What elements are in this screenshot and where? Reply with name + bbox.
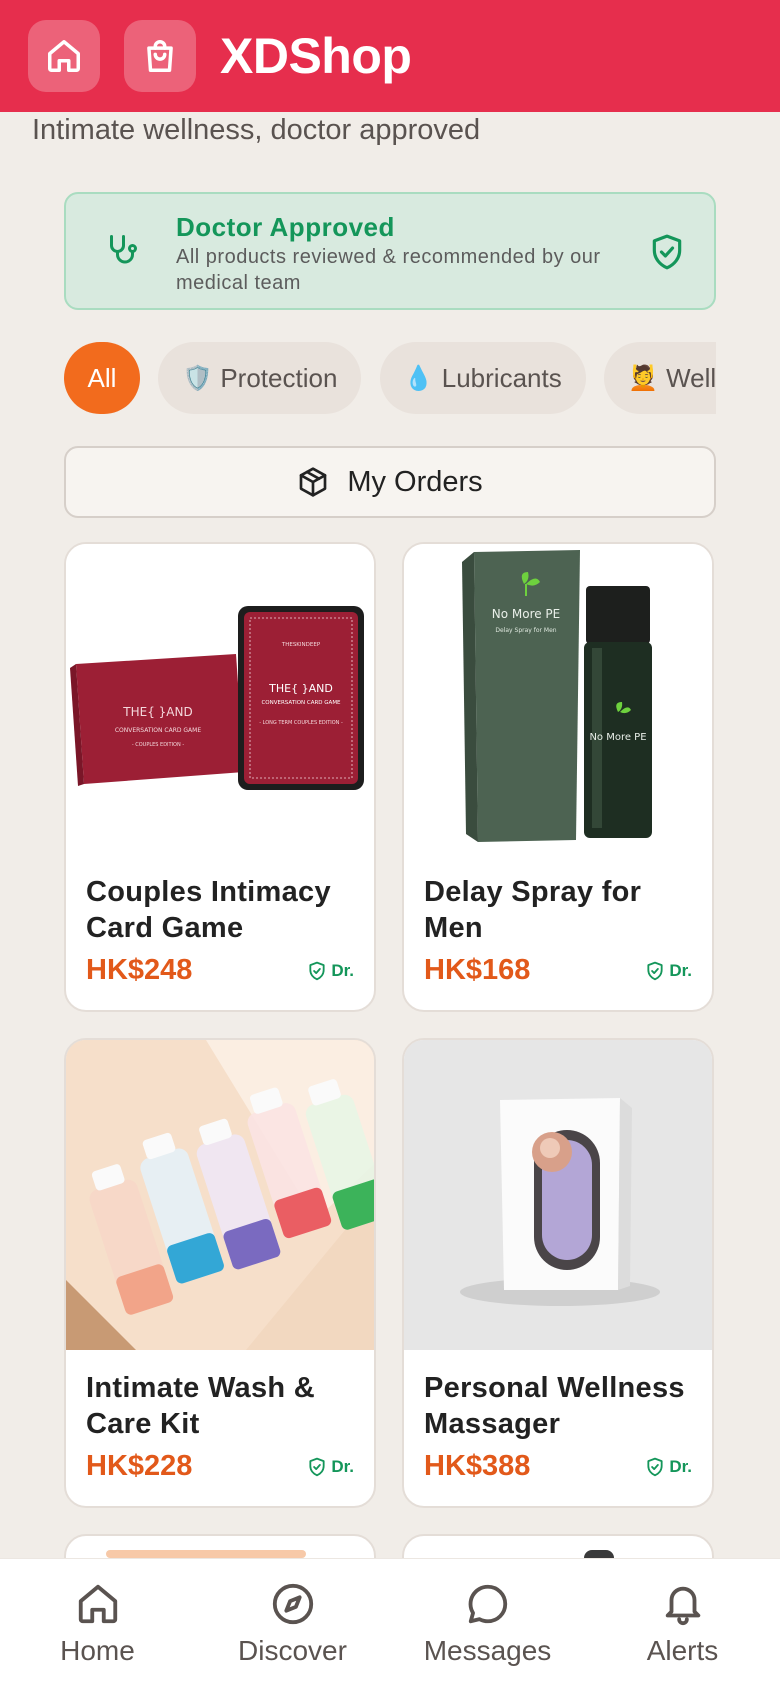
product-name: Delay Spray for Men <box>424 876 642 944</box>
doctor-badge-label: Dr. <box>669 961 692 980</box>
category-chip-all[interactable]: All <box>64 342 140 414</box>
bell-icon <box>665 1586 700 1626</box>
chip-label: Protection <box>220 362 338 393</box>
shield-check-icon <box>647 1457 663 1477</box>
nav-label: Home <box>60 1635 135 1666</box>
shield-check-icon <box>309 1457 325 1477</box>
my-orders-label: My Orders <box>347 465 483 498</box>
product-name: Intimate Wash & Care Kit <box>86 1372 316 1440</box>
wash-kit-image <box>66 1040 374 1350</box>
app-title: XDShop <box>220 28 412 84</box>
box-brand-text: No More PE <box>492 607 561 621</box>
nav-item-discover[interactable]: Discover <box>195 1559 390 1688</box>
category-filter-bar: All 🛡️ Protection 💧 Lubricants 💆 Wellnes… <box>64 342 716 414</box>
chat-bubble-icon <box>468 1584 507 1624</box>
product-card[interactable]: No More PE Delay Spray for Men No More P… <box>402 542 714 1012</box>
app-header: XDShop <box>0 0 780 112</box>
box-edition-text: - COUPLES EDITION - <box>132 742 184 748</box>
chip-label: Lubricants <box>441 362 562 393</box>
bottle-brand-text: No More PE <box>589 732 646 743</box>
chip-label: All <box>87 362 117 393</box>
product-image <box>404 1040 712 1350</box>
box-title-text: THE{ }AND <box>122 705 192 719</box>
my-orders-button[interactable]: My Orders <box>64 446 716 518</box>
card-game-image: THE{ }AND CONVERSATION CARD GAME - COUPL… <box>70 606 364 790</box>
doctor-badge: Dr. <box>645 960 692 982</box>
nav-item-messages[interactable]: Messages <box>390 1559 585 1688</box>
product-price: HK$168 <box>424 954 531 986</box>
product-price: HK$228 <box>86 1450 193 1482</box>
card-brand-text: THESKINDEEP <box>281 642 321 648</box>
shopping-bag-icon <box>147 40 173 72</box>
product-image <box>106 1550 306 1558</box>
doctor-approved-banner: Doctor Approved All products reviewed & … <box>64 192 716 310</box>
product-image: No More PE Delay Spray for Men No More P… <box>404 544 712 854</box>
card-edition-text: - LONG TERM COUPLES EDITION - <box>259 720 343 726</box>
card-title-text: THE{ }AND <box>268 682 333 695</box>
page-subtitle: Intimate wellness, doctor approved <box>32 114 481 146</box>
product-price: HK$388 <box>424 1450 531 1482</box>
nav-label: Messages <box>423 1635 552 1666</box>
compass-icon <box>272 1583 313 1625</box>
box-subtitle-text: CONVERSATION CARD GAME <box>115 727 201 734</box>
shield-check-icon <box>309 961 325 981</box>
home-icon <box>78 1584 117 1624</box>
category-chip-wellness[interactable]: 💆 Wellness <box>604 342 716 414</box>
product-card[interactable]: Personal Wellness Massager HK$388 Dr. <box>402 1038 714 1508</box>
product-price: HK$248 <box>86 954 193 986</box>
product-card[interactable]: THE{ }AND CONVERSATION CARD GAME - COUPL… <box>64 542 376 1012</box>
banner-title: Doctor Approved <box>176 212 395 242</box>
stethoscope-icon <box>110 235 137 264</box>
category-chip-protection[interactable]: 🛡️ Protection <box>158 342 362 414</box>
massage-emoji-icon: 💆 <box>628 364 659 392</box>
doctor-badge-label: Dr. <box>331 961 354 980</box>
delay-spray-image: No More PE Delay Spray for Men No More P… <box>462 550 652 842</box>
doctor-badge: Dr. <box>645 1456 692 1478</box>
doctor-badge-label: Dr. <box>331 1457 354 1476</box>
massager-image <box>404 1040 712 1350</box>
nav-label: Alerts <box>646 1635 719 1666</box>
card-subtitle-text: CONVERSATION CARD GAME <box>261 700 341 706</box>
category-chip-lubricants[interactable]: 💧 Lubricants <box>379 342 586 414</box>
bottom-nav: Home Discover Messages Alerts <box>0 1558 780 1688</box>
product-image <box>66 1040 374 1350</box>
product-name: Couples Intimacy Card Game <box>86 876 331 944</box>
nav-item-alerts[interactable]: Alerts <box>585 1559 780 1688</box>
product-card[interactable]: Intimate Wash & Care Kit HK$228 Dr. <box>64 1038 376 1508</box>
droplet-emoji-icon: 💧 <box>403 364 434 392</box>
banner-description: All products reviewed & recommended by o… <box>176 246 601 294</box>
shield-check-icon <box>647 961 663 981</box>
home-button[interactable] <box>28 20 100 92</box>
nav-item-home[interactable]: Home <box>0 1559 195 1688</box>
product-image: THE{ }AND CONVERSATION CARD GAME - COUPL… <box>66 544 374 854</box>
shield-emoji-icon: 🛡️ <box>182 364 213 392</box>
nav-label: Discover <box>238 1635 347 1666</box>
doctor-badge-label: Dr. <box>669 1457 692 1476</box>
doctor-badge: Dr. <box>307 1456 354 1478</box>
home-icon <box>48 40 80 72</box>
doctor-badge: Dr. <box>307 960 354 982</box>
shop-bag-button[interactable] <box>124 20 196 92</box>
box-sub-text: Delay Spray for Men <box>495 627 556 634</box>
shield-check-icon <box>652 234 682 270</box>
package-icon <box>299 467 327 497</box>
chip-label: Wellness <box>666 362 716 393</box>
product-name: Personal Wellness Massager <box>424 1372 685 1440</box>
